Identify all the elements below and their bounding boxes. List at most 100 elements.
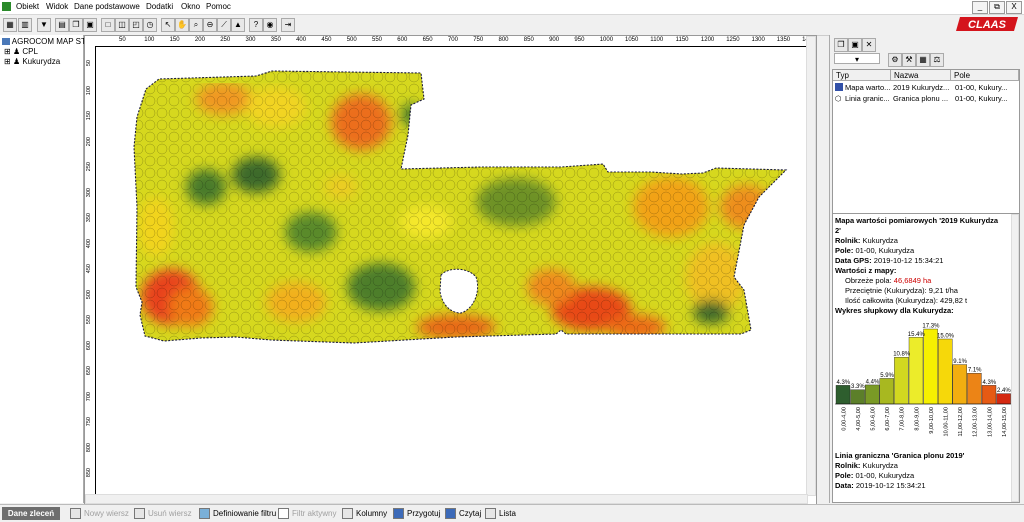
info-scrollbar[interactable] bbox=[1011, 214, 1019, 502]
histogram-bar bbox=[923, 328, 938, 405]
column-header-pole[interactable]: Pole bbox=[951, 70, 1019, 81]
save-icon[interactable]: ▣ bbox=[848, 38, 862, 52]
ruler-left-label: 650 bbox=[86, 366, 92, 376]
ruler-top-label: 250 bbox=[220, 37, 231, 43]
menu-okno[interactable]: Okno bbox=[181, 2, 200, 11]
ruler-top-label: 1250 bbox=[726, 37, 740, 43]
app-icon[interactable] bbox=[2, 2, 11, 11]
tile-icon[interactable]: ◫ bbox=[115, 18, 129, 32]
clock-icon[interactable]: ◷ bbox=[143, 18, 157, 32]
table-cell-nazwa: Granica plonu ... bbox=[893, 94, 949, 103]
ruler-top-label: 1200 bbox=[700, 37, 715, 43]
menu-dane-podstawowe[interactable]: Dane podstawowe bbox=[74, 2, 140, 11]
hammer-icon[interactable]: ⚒ bbox=[902, 53, 916, 67]
histogram-category-label: 7,00-8,00 bbox=[900, 407, 906, 431]
cascade-icon[interactable]: ◰ bbox=[129, 18, 143, 32]
record-icon[interactable]: ◉ bbox=[263, 18, 277, 32]
ruler-left-label: 350 bbox=[86, 213, 92, 223]
list-button[interactable]: Lista bbox=[485, 507, 516, 520]
ruler-top-label: 1050 bbox=[625, 37, 639, 43]
ruler-top-label: 100 bbox=[144, 37, 155, 43]
ruler-top-label: 650 bbox=[422, 37, 433, 43]
table-row[interactable]: Mapa warto... 2019 Kukurydz... 01-00, Ku… bbox=[833, 82, 1019, 93]
zoom-icon[interactable]: ⌕ bbox=[189, 18, 203, 32]
define-filter-button[interactable]: Definiowanie filtru bbox=[199, 507, 276, 520]
zoom-out-icon[interactable]: ⊖ bbox=[203, 18, 217, 32]
copy-icon[interactable]: ❐ bbox=[69, 18, 83, 32]
menu-obiekt[interactable]: Obiekt bbox=[16, 2, 39, 11]
map-horizontal-scrollbar[interactable] bbox=[85, 494, 808, 504]
columns-icon[interactable]: ▥ bbox=[18, 18, 32, 32]
dane-zlecen-button[interactable]: Dane zleceń bbox=[2, 507, 60, 520]
export-icon[interactable]: ⇥ bbox=[281, 18, 295, 32]
list-icon bbox=[485, 508, 496, 520]
select-dropdown[interactable]: ▾ bbox=[834, 53, 880, 64]
pan-hand-icon[interactable]: ✋ bbox=[175, 18, 189, 32]
help-icon[interactable]: ? bbox=[249, 18, 263, 32]
chart-icon[interactable]: ▲ bbox=[231, 18, 245, 32]
table-cell-pole: 01-00, Kukury... bbox=[955, 94, 1008, 103]
ruler-top-label: 1100 bbox=[650, 37, 664, 43]
histogram-category-label: 11,00-12,00 bbox=[958, 407, 964, 436]
claas-logo: CLAAS bbox=[956, 17, 1018, 31]
boundary-data: Data: 2019-10-12 15:34:21 bbox=[835, 481, 926, 490]
ruler-top: 50 100 150 200 250 300 350 400 450 500 550 600 650 70… bbox=[95, 36, 815, 47]
measure-icon[interactable]: ⟋ bbox=[217, 18, 231, 32]
ruler-left-label: 800 bbox=[86, 442, 92, 452]
grid-icon[interactable]: ▦ bbox=[916, 53, 930, 67]
histogram-category-label: 12,00-13,00 bbox=[973, 407, 979, 437]
tree-item-kukurydza[interactable]: ⊞ ♟ Kukurydza bbox=[4, 57, 60, 66]
histogram-category-label: 4,00-5,00 bbox=[856, 407, 862, 431]
histogram-bar bbox=[967, 373, 982, 405]
tool-icon[interactable]: ⚙ bbox=[888, 53, 902, 67]
column-header-typ[interactable]: Typ bbox=[833, 70, 891, 81]
minimize-button[interactable]: _ bbox=[972, 1, 988, 14]
column-header-nazwa[interactable]: Nazwa bbox=[891, 70, 951, 81]
table-cell-nazwa: 2019 Kukurydz... bbox=[893, 83, 950, 92]
ruler-top-label: 700 bbox=[447, 37, 458, 43]
tree-root[interactable]: AGROCOM MAP ST bbox=[2, 37, 86, 46]
menu-widok[interactable]: Widok bbox=[46, 2, 68, 11]
table-row[interactable]: ⬡ Linia granic... Granica plonu ... 01-0… bbox=[833, 93, 1019, 104]
close-button[interactable]: X bbox=[1006, 1, 1022, 14]
expand-icon[interactable]: ⊞ bbox=[4, 47, 11, 56]
histogram-bar bbox=[996, 393, 1011, 405]
paste-icon[interactable]: ▣ bbox=[83, 18, 97, 32]
tree-icon[interactable]: ▦ bbox=[3, 18, 17, 32]
print-icon[interactable]: ▤ bbox=[55, 18, 69, 32]
histogram-value-label: 15.0% bbox=[937, 334, 955, 340]
filter-icon[interactable]: ▼ bbox=[37, 18, 51, 32]
delete-icon[interactable]: ✕ bbox=[862, 38, 876, 52]
prepare-button[interactable]: Przygotuj bbox=[393, 507, 440, 520]
histogram-category-label: 13,00-14,00 bbox=[987, 407, 993, 437]
read-button[interactable]: Czytaj bbox=[445, 507, 481, 520]
scale-icon[interactable]: ⚖ bbox=[930, 53, 944, 67]
pointer-icon[interactable]: ↖ bbox=[161, 18, 175, 32]
menu-dodatki[interactable]: Dodatki bbox=[146, 2, 173, 11]
histogram-value-label: 5.9% bbox=[880, 373, 894, 379]
copy-icon[interactable]: ❐ bbox=[834, 38, 848, 52]
ruler-left: 50 100 150 200 250 300 350 400 450 500 550 600 650 70… bbox=[85, 46, 96, 494]
boundary-title: Linia graniczna 'Granica plonu 2019' bbox=[835, 451, 965, 460]
yield-map[interactable] bbox=[96, 47, 806, 494]
expand-icon[interactable]: ⊞ bbox=[4, 57, 11, 66]
status-bar: Dane zleceń Nowy wiersz Usuń wiersz Defi… bbox=[0, 504, 1024, 522]
info-pole: Pole: 01-00, Kukurydza bbox=[835, 246, 915, 255]
new-row-button[interactable]: Nowy wiersz bbox=[70, 507, 129, 520]
delete-row-button[interactable]: Usuń wiersz bbox=[134, 507, 192, 520]
restore-button[interactable]: ⧉ bbox=[989, 1, 1005, 14]
active-filter-checkbox[interactable]: Filtr aktywny bbox=[278, 507, 336, 520]
histogram-category-label: 6,00-7,00 bbox=[885, 407, 891, 431]
histogram-category-label: 10,00-11,00 bbox=[944, 407, 950, 436]
tree-item-cpl[interactable]: ⊞ ♟ CPL bbox=[4, 47, 38, 56]
new-window-icon[interactable]: □ bbox=[101, 18, 115, 32]
ruler-left-label: 250 bbox=[86, 162, 92, 172]
map-window[interactable]: 50 100 150 200 250 300 350 400 450 500 550 600 650 70… bbox=[84, 35, 817, 505]
menu-pomoc[interactable]: Pomoc bbox=[206, 2, 231, 11]
ruler-left-label: 700 bbox=[86, 391, 92, 401]
columns-button[interactable]: Kolumny bbox=[342, 507, 387, 520]
ruler-top-label: 600 bbox=[397, 37, 408, 43]
ruler-left-label: 200 bbox=[86, 136, 92, 146]
map-vertical-scrollbar[interactable] bbox=[806, 36, 816, 496]
ruler-top-label: 900 bbox=[549, 37, 560, 43]
